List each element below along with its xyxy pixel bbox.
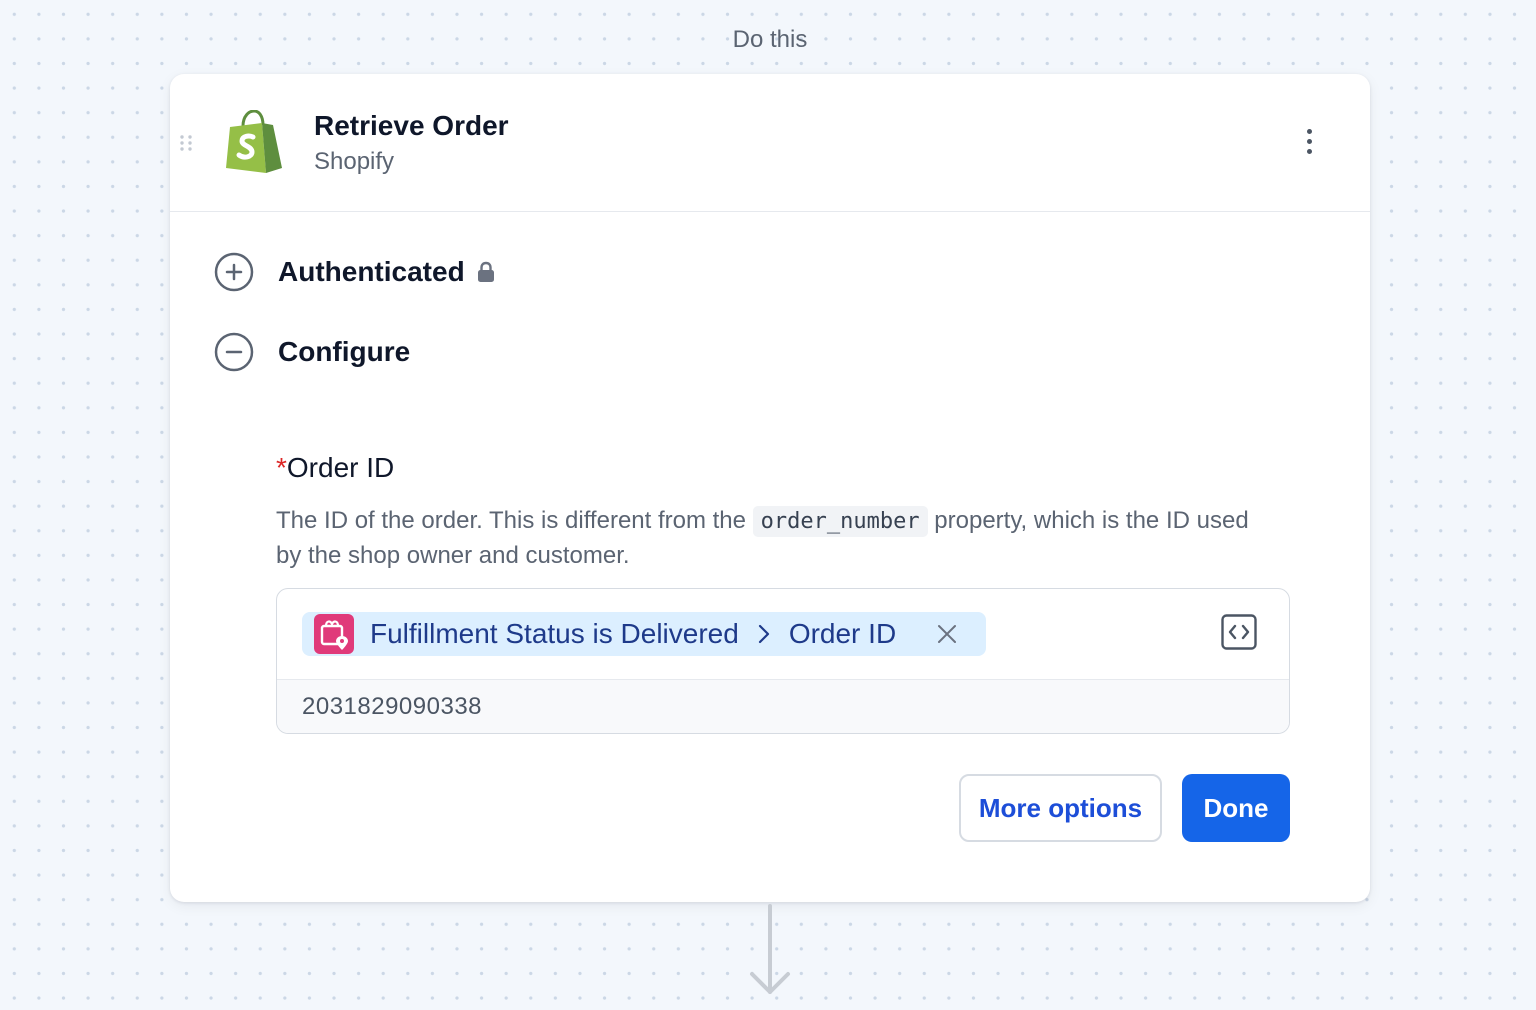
- kebab-menu-icon[interactable]: [1294, 126, 1324, 156]
- code-mode-icon[interactable]: [1221, 614, 1257, 650]
- section-authenticated[interactable]: Authenticated: [214, 252, 495, 292]
- arrow-down-icon: [750, 904, 790, 994]
- order-id-input[interactable]: Fulfillment Status is Delivered Order ID…: [276, 588, 1290, 734]
- description-code: order_number: [752, 506, 928, 537]
- description-text-start: The ID of the order. This is different f…: [276, 507, 753, 534]
- section-authenticated-label: Authenticated: [278, 256, 465, 287]
- step-title: Retrieve Order: [314, 110, 509, 141]
- order-id-field-label: *Order ID: [276, 452, 394, 484]
- token-property-label: Order ID: [788, 618, 897, 649]
- order-id-label-text: Order ID: [286, 452, 395, 483]
- section-configure-label: Configure: [278, 336, 411, 367]
- step-section-label: Do this: [732, 26, 808, 53]
- close-icon[interactable]: [936, 623, 958, 645]
- token-source-label: Fulfillment Status is Delivered: [370, 618, 739, 649]
- delivery-status-icon: [314, 614, 354, 654]
- order-id-input-area[interactable]: Fulfillment Status is Delivered Order ID: [277, 589, 1289, 680]
- resolved-value-preview: 2031829090338: [277, 680, 1289, 733]
- done-button[interactable]: Done: [1182, 774, 1290, 842]
- step-header[interactable]: Retrieve Order Shopify: [170, 74, 1370, 212]
- step-card: Retrieve Order Shopify Authenticated Con…: [170, 74, 1370, 902]
- collapse-minus-icon[interactable]: [214, 332, 254, 372]
- lock-icon: [477, 261, 494, 282]
- chevron-right-icon: [758, 624, 769, 644]
- drag-handle-icon[interactable]: [179, 134, 193, 152]
- order-id-field-description: The ID of the order. This is different f…: [276, 504, 1266, 573]
- shopify-bag-icon: [226, 110, 282, 173]
- step-app-name: Shopify: [314, 148, 395, 175]
- expand-plus-icon[interactable]: [214, 252, 254, 292]
- more-options-button[interactable]: More options: [959, 774, 1162, 842]
- mapped-field-token[interactable]: Fulfillment Status is Delivered Order ID: [302, 612, 987, 656]
- required-marker: *: [276, 452, 287, 483]
- section-configure[interactable]: Configure: [214, 332, 410, 372]
